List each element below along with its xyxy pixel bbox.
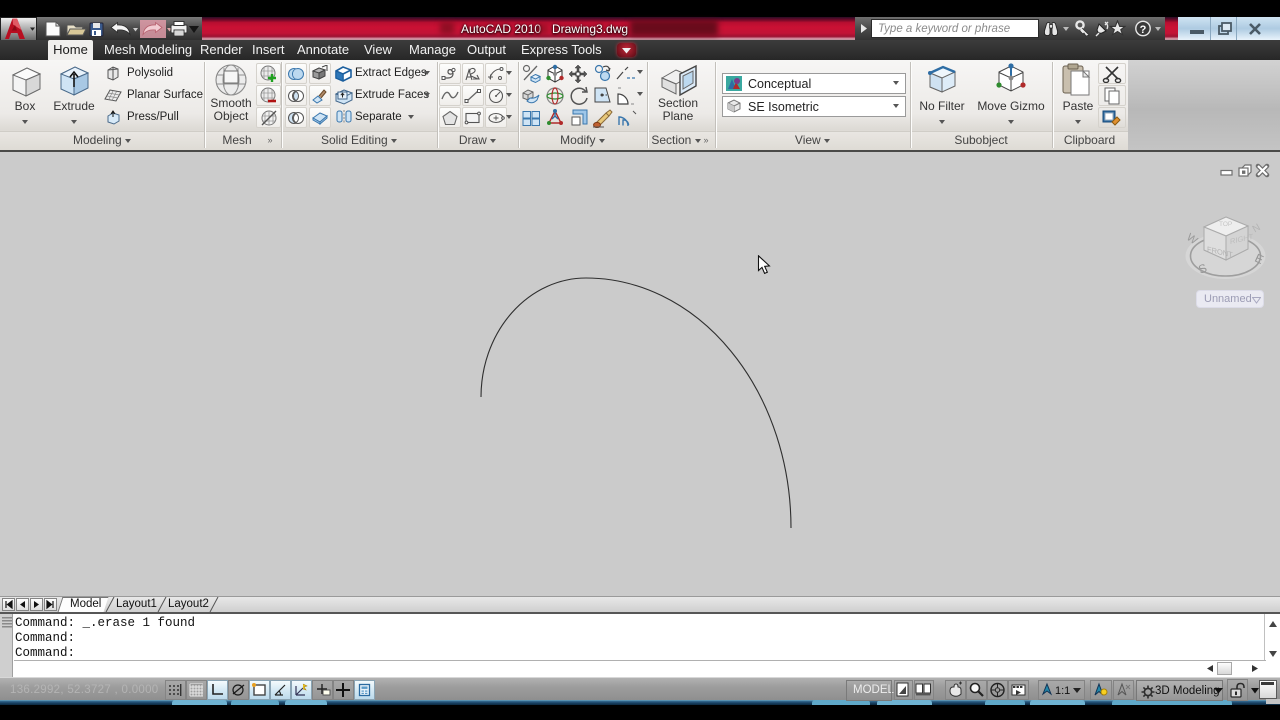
svg-text:TOP: TOP (1219, 221, 1232, 228)
svg-text:?: ? (1140, 24, 1147, 36)
svg-text:1:1: 1:1 (1055, 685, 1070, 697)
